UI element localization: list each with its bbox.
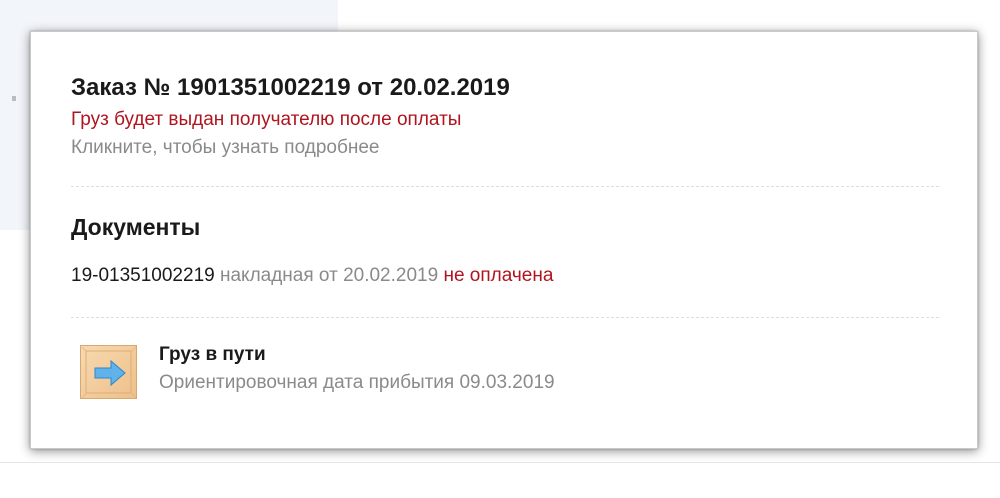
order-title: Заказ № 1901351002219 от 20.02.2019 bbox=[71, 74, 510, 101]
box-arrow-icon bbox=[80, 345, 137, 399]
document-number-link[interactable]: 19-01351002219 bbox=[71, 265, 215, 286]
section-divider bbox=[71, 317, 939, 318]
shipment-eta: Ориентировочная дата прибытия 09.03.2019 bbox=[159, 372, 555, 393]
document-payment-status: не оплачена bbox=[443, 265, 554, 286]
shipment-status: Груз в пути bbox=[159, 344, 266, 365]
order-status: Груз будет выдан получателю после оплаты bbox=[71, 109, 462, 130]
order-details-link[interactable]: Кликните, чтобы узнать подробнее bbox=[71, 137, 379, 159]
section-divider bbox=[71, 186, 939, 187]
documents-heading: Документы bbox=[71, 214, 201, 240]
background-divider bbox=[0, 462, 1000, 463]
document-row: 19-01351002219 накладная от 20.02.2019 н… bbox=[71, 265, 553, 287]
document-description: накладная от 20.02.2019 bbox=[219, 265, 439, 286]
background-marker bbox=[12, 96, 16, 101]
order-popup: Заказ № 1901351002219 от 20.02.2019 Груз… bbox=[30, 31, 978, 449]
